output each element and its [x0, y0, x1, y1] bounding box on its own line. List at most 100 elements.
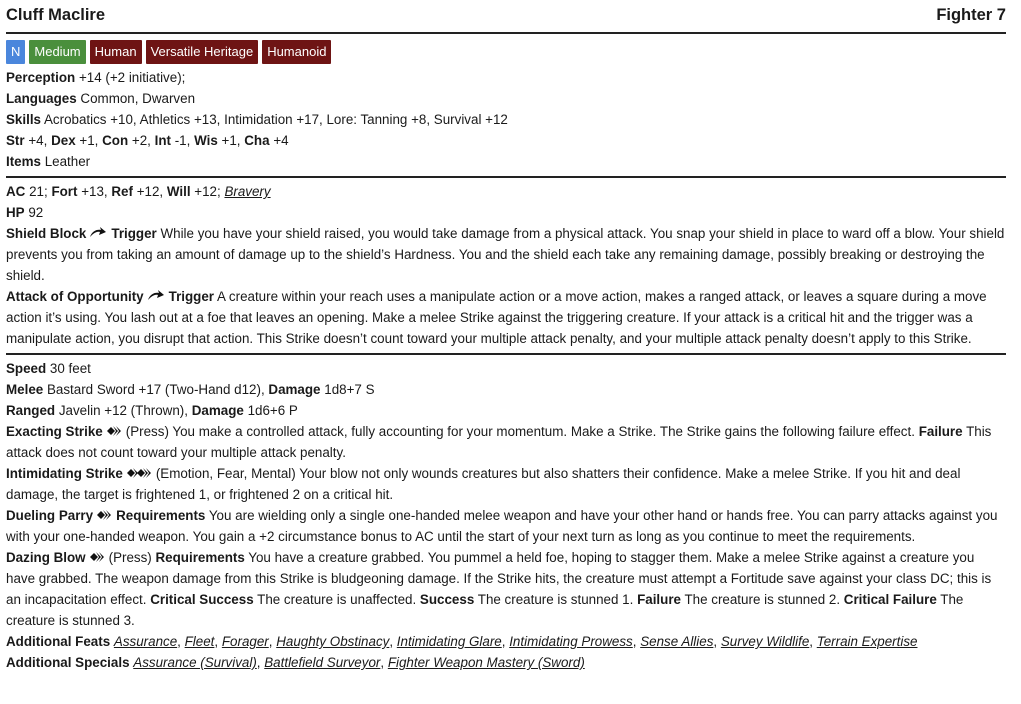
perception-line: Perception +14 (+2 initiative);: [6, 67, 1006, 88]
action-dazing-blow: Dazing Blow (Press) Requirements You have…: [6, 547, 1006, 631]
ac-label: AC: [6, 184, 26, 199]
skills-value: Acrobatics +10, Athletics +13, Intimidat…: [43, 112, 508, 127]
trigger-label: Trigger: [168, 289, 215, 304]
success-text: The creature is stunned 1.: [477, 592, 634, 607]
str-value: +4,: [28, 133, 48, 148]
creature-level: Fighter 7: [936, 6, 1006, 24]
additional-feats-label: Additional Feats: [6, 634, 111, 649]
action-intimidating-strike: Intimidating Strike (Emotion, Fear, Menta…: [6, 463, 1006, 505]
failure-text: The creature is stunned 2.: [684, 592, 841, 607]
trait-alignment[interactable]: N: [6, 40, 26, 64]
one-action-icon: [89, 552, 104, 562]
cha-value: +4: [273, 133, 289, 148]
stat-block: Cluff Maclire Fighter 7 N Medium Human V…: [6, 0, 1006, 673]
melee-value: Bastard Sword +17 (Two-Hand d12),: [46, 382, 265, 397]
trigger-label: Trigger: [111, 226, 157, 241]
ac-value: 21;: [29, 184, 48, 199]
feat-link[interactable]: Assurance: [114, 634, 177, 649]
ranged-damage: 1d6+6 P: [247, 403, 298, 418]
section-divider: [6, 353, 1006, 355]
one-action-icon: [97, 510, 112, 520]
will-label: Will: [166, 184, 191, 199]
attributes-line: Str +4, Dex +1, Con +2, Int -1, Wis +1, …: [6, 130, 1006, 151]
perception-value: +14 (+2 initiative);: [78, 70, 186, 85]
melee-label: Melee: [6, 382, 44, 397]
action-exacting-strike: Exacting Strike (Press) You make a contro…: [6, 421, 1006, 463]
languages-value: Common, Dwarven: [80, 91, 196, 106]
bravery-link[interactable]: Bravery: [224, 184, 270, 199]
reaction-icon: [147, 290, 164, 300]
dex-label: Dex: [51, 133, 76, 148]
dazing-blow-name: Dazing Blow: [6, 550, 86, 565]
melee-line: Melee Bastard Sword +17 (Two-Hand d12), …: [6, 379, 1006, 400]
damage-label: Damage: [268, 382, 321, 397]
ref-label: Ref: [111, 184, 133, 199]
reaction-icon: [90, 227, 107, 237]
speed-line: Speed 30 feet: [6, 358, 1006, 379]
trait-human[interactable]: Human: [89, 40, 142, 64]
one-action-icon: [106, 426, 121, 436]
speed-value: 30 feet: [49, 361, 91, 376]
languages-label: Languages: [6, 91, 77, 106]
ranged-line: Ranged Javelin +12 (Thrown), Damage 1d6+…: [6, 400, 1006, 421]
wis-value: +1,: [221, 133, 241, 148]
additional-feats-line: Additional Feats Assurance, Fleet, Forag…: [6, 634, 918, 649]
reaction-attack-of-opportunity: Attack of Opportunity Trigger A creature …: [6, 286, 1006, 349]
requirements-label: Requirements: [155, 550, 245, 565]
fort-value: +13,: [81, 184, 108, 199]
failure-label: Failure: [918, 424, 963, 439]
melee-damage: 1d8+7 S: [324, 382, 375, 397]
defense-line: AC 21; Fort +13, Ref +12, Will +12; Brav…: [6, 181, 1006, 202]
int-value: -1,: [174, 133, 191, 148]
damage-label: Damage: [191, 403, 244, 418]
feat-link[interactable]: Intimidating Glare: [397, 634, 502, 649]
dueling-parry-name: Dueling Parry: [6, 508, 94, 523]
additional-specials-line: Additional Specials Assurance (Survival)…: [6, 655, 585, 670]
feat-link[interactable]: Fleet: [185, 634, 215, 649]
feat-link[interactable]: Forager: [222, 634, 269, 649]
hp-label: HP: [6, 205, 25, 220]
perception-label: Perception: [6, 70, 76, 85]
intimidating-strike-name: Intimidating Strike: [6, 466, 123, 481]
reaction-shield-block: Shield Block Trigger While you have your …: [6, 223, 1006, 286]
attack-of-opportunity-name: Attack of Opportunity: [6, 289, 144, 304]
two-action-icon: [126, 468, 151, 478]
con-label: Con: [102, 133, 129, 148]
failure-label: Failure: [637, 592, 681, 607]
items-label: Items: [6, 154, 41, 169]
stat-block-header: Cluff Maclire Fighter 7: [6, 0, 1006, 34]
special-link[interactable]: Fighter Weapon Mastery (Sword): [388, 655, 585, 670]
creature-name: Cluff Maclire: [6, 6, 106, 24]
success-label: Success: [419, 592, 475, 607]
speed-label: Speed: [6, 361, 47, 376]
feat-link[interactable]: Terrain Expertise: [817, 634, 918, 649]
hp-line: HP 92: [6, 202, 1006, 223]
section-divider: [6, 176, 1006, 178]
feat-link[interactable]: Intimidating Prowess: [509, 634, 633, 649]
feat-link[interactable]: Haughty Obstinacy: [276, 634, 389, 649]
shield-block-name: Shield Block: [6, 226, 87, 241]
skills-line: Skills Acrobatics +10, Athletics +13, In…: [6, 109, 1006, 130]
feat-link[interactable]: Survey Wildlife: [721, 634, 809, 649]
additional-specials-label: Additional Specials: [6, 655, 130, 670]
trait-versatile-heritage[interactable]: Versatile Heritage: [145, 40, 259, 64]
languages-line: Languages Common, Dwarven: [6, 88, 1006, 109]
requirements-label: Requirements: [116, 508, 206, 523]
trait-size[interactable]: Medium: [29, 40, 86, 64]
ranged-label: Ranged: [6, 403, 56, 418]
skills-label: Skills: [6, 112, 41, 127]
feat-link[interactable]: Sense Allies: [640, 634, 713, 649]
critical-success-label: Critical Success: [150, 592, 254, 607]
str-label: Str: [6, 133, 25, 148]
exacting-strike-name: Exacting Strike: [6, 424, 103, 439]
special-link[interactable]: Battlefield Surveyor: [264, 655, 380, 670]
action-dueling-parry: Dueling Parry Requirements You are wieldi…: [6, 505, 1006, 547]
special-link[interactable]: Assurance (Survival): [133, 655, 257, 670]
int-label: Int: [154, 133, 171, 148]
ref-value: +12,: [136, 184, 164, 199]
cha-label: Cha: [244, 133, 270, 148]
trait-humanoid[interactable]: Humanoid: [262, 40, 332, 64]
con-value: +2,: [131, 133, 151, 148]
wis-label: Wis: [194, 133, 218, 148]
exacting-strike-text: (Press) You make a controlled attack, fu…: [125, 424, 915, 439]
